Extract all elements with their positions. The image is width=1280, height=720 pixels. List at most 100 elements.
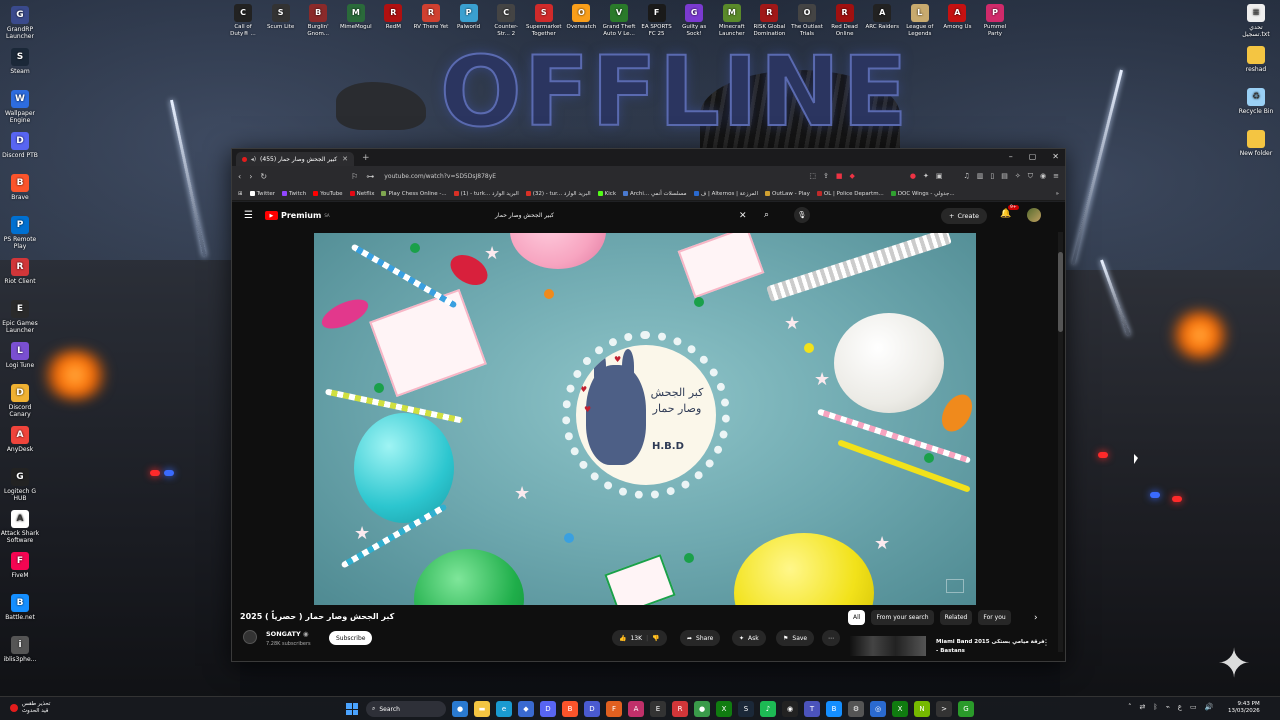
- display-icon[interactable]: ▭: [1190, 703, 1197, 711]
- desktop-icon[interactable]: D Discord Canary: [0, 384, 40, 418]
- scrollbar-thumb[interactable]: [1058, 252, 1063, 332]
- bookmark-item[interactable]: (32) - tur... البريد الوارد: [525, 191, 591, 197]
- desktop-icon[interactable]: S Steam: [0, 48, 40, 75]
- menu-icon[interactable]: ≡: [1053, 172, 1059, 181]
- firefox-icon[interactable]: F: [606, 701, 622, 717]
- riot-icon[interactable]: R: [672, 701, 688, 717]
- leo-ai-icon[interactable]: ✧: [1015, 172, 1021, 181]
- bookmark-item[interactable]: Netflix: [349, 191, 374, 197]
- reload-icon[interactable]: ↻: [260, 172, 267, 181]
- desktop-icon[interactable]: B Burglin' Gnom...: [300, 4, 336, 37]
- bookmark-item[interactable]: OL | Police Departm...: [816, 191, 884, 197]
- back-icon[interactable]: ‹: [238, 172, 241, 181]
- desktop-icon[interactable]: A AnyDesk: [0, 426, 40, 453]
- desktop-icon[interactable]: F FiveM: [0, 552, 40, 579]
- windows-start-icon[interactable]: [346, 703, 358, 715]
- desktop-icon[interactable]: New folder: [1236, 130, 1276, 157]
- desktop-icon[interactable]: O The Outlast Trials: [789, 4, 825, 37]
- spotify-icon[interactable]: ♪: [760, 701, 776, 717]
- xbox-app-icon[interactable]: X: [892, 701, 908, 717]
- volume-icon[interactable]: 🔊: [1205, 703, 1214, 711]
- filter-chip[interactable]: Related: [939, 610, 973, 625]
- usb-icon[interactable]: ⌁: [1166, 703, 1170, 711]
- bookmark-item[interactable]: (1) - turk... البريد الوارد: [453, 191, 519, 197]
- desktop-icon[interactable]: O Overwatch: [563, 4, 599, 31]
- desktop-icon[interactable]: W Wallpaper Engine: [0, 90, 40, 124]
- share-button[interactable]: ➦ Share: [680, 630, 721, 646]
- desktop-icon[interactable]: C Call of Duty® ...: [225, 4, 261, 37]
- bluetooth-icon[interactable]: ᛒ: [1153, 703, 1157, 711]
- desktop-icon[interactable]: P Palworld: [451, 4, 487, 31]
- desktop-icon[interactable]: M Minecraft Launcher: [714, 4, 750, 37]
- terminal-icon[interactable]: >: [936, 701, 952, 717]
- desktop-icon[interactable]: A Among Us: [939, 4, 975, 31]
- account-avatar[interactable]: [1027, 208, 1041, 222]
- weather-widget[interactable]: تحذير طقس قيد الحدوث: [10, 701, 50, 715]
- desktop-icon[interactable]: i iblis3phe...: [0, 636, 40, 663]
- settings-icon[interactable]: ⚙: [848, 701, 864, 717]
- search-icon[interactable]: ⌕: [764, 210, 769, 220]
- chrome-icon[interactable]: ●: [694, 701, 710, 717]
- desktop-icon[interactable]: R Red Dead Online: [827, 4, 863, 37]
- desktop-icon[interactable]: S Supermarket Together: [526, 4, 562, 37]
- save-button[interactable]: ⚑ Save: [776, 630, 815, 646]
- bookmark-icon[interactable]: ⚐: [351, 172, 358, 181]
- xbox-icon[interactable]: X: [716, 701, 732, 717]
- desktop-icon[interactable]: V Grand Theft Auto V Le...: [601, 4, 637, 37]
- screenshot-icon[interactable]: ⬚: [809, 172, 816, 181]
- desktop-icon[interactable]: ♻ Recycle Bin: [1236, 88, 1276, 115]
- filter-chip[interactable]: From your search: [871, 610, 934, 625]
- edge-icon[interactable]: e: [496, 701, 512, 717]
- notifications-bell-icon[interactable]: 🔔: [1000, 209, 1011, 219]
- desktop-icon[interactable]: P PS Remote Play: [0, 216, 40, 250]
- taskbar-search[interactable]: ⌕ Search: [366, 701, 446, 717]
- apps-grid-icon[interactable]: ⊞: [238, 191, 243, 197]
- chevron-right-icon[interactable]: ›: [1034, 613, 1038, 623]
- desktop-icon[interactable]: P Pummel Party: [977, 4, 1013, 37]
- desktop-icon[interactable]: B Battle.net: [0, 594, 40, 621]
- extension-icon[interactable]: ■: [836, 172, 843, 181]
- obs-icon[interactable]: ◉: [782, 701, 798, 717]
- filter-chip[interactable]: All: [848, 610, 866, 625]
- search-input[interactable]: كبير الجحش وصار حمار ✕: [487, 208, 752, 223]
- desktop-icon[interactable]: R RV There Yet: [413, 4, 449, 31]
- share-page-icon[interactable]: ⇪: [823, 172, 829, 181]
- create-button[interactable]: + Create: [941, 208, 988, 224]
- desktop-icon[interactable]: M MimeMogul: [338, 4, 374, 31]
- clear-search-icon[interactable]: ✕: [739, 211, 747, 221]
- filter-chip[interactable]: For you: [978, 610, 1011, 625]
- minimize-icon[interactable]: –: [1009, 152, 1013, 161]
- extension-icon[interactable]: ◆: [850, 172, 855, 181]
- desktop-icon[interactable]: B Brave: [0, 174, 40, 201]
- chevron-up-icon[interactable]: ˄: [1128, 703, 1132, 711]
- close-tab-icon[interactable]: ✕: [342, 155, 348, 163]
- epic-icon[interactable]: E: [650, 701, 666, 717]
- hamburger-menu-icon[interactable]: ☰: [244, 210, 253, 221]
- steam-icon[interactable]: S: [738, 701, 754, 717]
- chrome-icon[interactable]: ●: [452, 701, 468, 717]
- channel-name[interactable]: SONGATY ◉: [266, 630, 309, 638]
- bookmark-item[interactable]: OutLaw - Play: [765, 191, 810, 197]
- desktop-icon[interactable]: A Attack Shark Software: [0, 510, 40, 544]
- desktop-icon[interactable]: R Riot Client: [0, 258, 40, 285]
- subscribe-button[interactable]: Subscribe: [329, 631, 373, 645]
- extension-icon[interactable]: ✦: [923, 172, 929, 181]
- video-player[interactable]: ★ ★ ★ ★ ★ ★ ♥ ♥ ♥ كبر الجحش وصار حمار H.…: [314, 233, 976, 605]
- youtube-logo[interactable]: ▶ Premium SA: [264, 211, 330, 220]
- desktop-icon[interactable]: L Logi Tune: [0, 342, 40, 369]
- maximize-icon[interactable]: ▢: [1029, 152, 1037, 161]
- wallet-icon[interactable]: ▤: [1001, 172, 1008, 181]
- browser-icon[interactable]: ◎: [870, 701, 886, 717]
- discord-icon[interactable]: D: [540, 701, 556, 717]
- site-info-icon[interactable]: ⊶: [366, 172, 374, 181]
- new-tab-icon[interactable]: +: [362, 153, 370, 163]
- bookmark-item[interactable]: Archi... مسلسلات أنمي: [623, 191, 687, 197]
- copilot-icon[interactable]: ◆: [518, 701, 534, 717]
- ask-button[interactable]: ✦ Ask: [732, 630, 766, 646]
- more-actions-button[interactable]: ⋯: [822, 630, 840, 646]
- channel-watermark[interactable]: [946, 579, 964, 593]
- microphone-icon[interactable]: 🎙: [794, 207, 810, 223]
- browser-tab[interactable]: ◂) (455) كبير الجحش وصار حمار :( ✕: [236, 152, 354, 166]
- nvidia-icon[interactable]: N: [914, 701, 930, 717]
- arc-icon[interactable]: A: [628, 701, 644, 717]
